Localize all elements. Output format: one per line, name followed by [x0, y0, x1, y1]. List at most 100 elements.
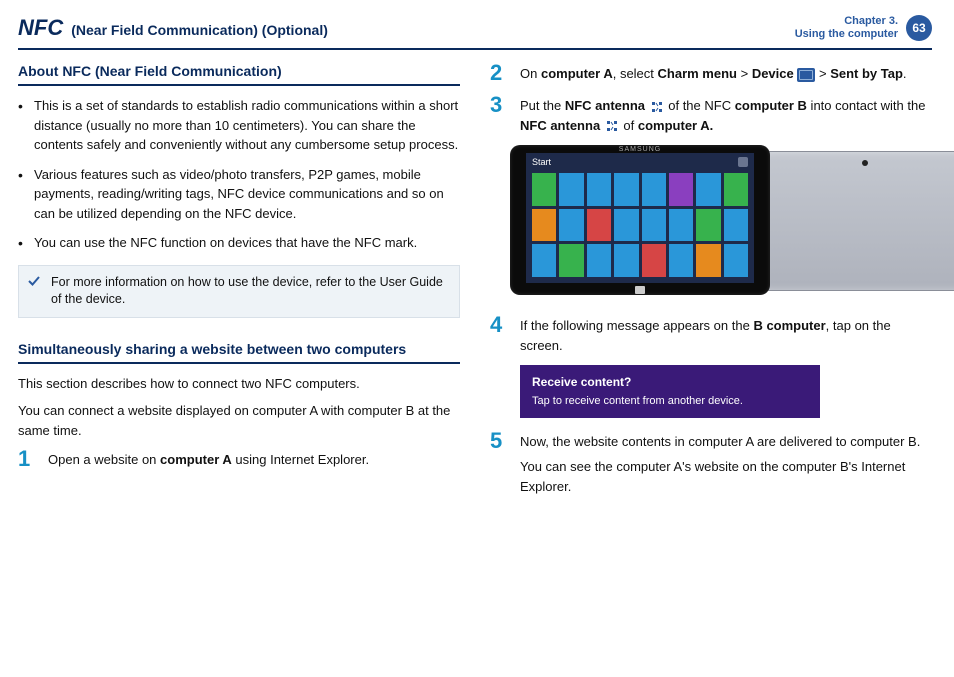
s4t1: If the following message appears on the [520, 318, 753, 333]
page-subtitle: (Near Field Communication) (Optional) [71, 22, 328, 38]
step-1-text: Open a website on computer A using Inter… [48, 448, 369, 470]
tablet-screen: Start [526, 153, 754, 283]
camera-dot [862, 160, 868, 166]
tablet-back [760, 151, 954, 291]
s2b4: Sent by Tap [830, 66, 903, 81]
tile [724, 173, 748, 206]
step5-p1: Now, the website contents in computer A … [520, 432, 932, 452]
tile [559, 209, 583, 242]
tile [614, 209, 638, 242]
s2gt1: > [737, 66, 752, 81]
chapter-line2: Using the computer [795, 28, 898, 41]
nfc-icon [604, 118, 620, 134]
step-1: 1 Open a website on computer A using Int… [18, 448, 460, 470]
header-left: NFC (Near Field Communication) (Optional… [18, 15, 328, 41]
about-bullet-3: You can use the NFC function on devices … [18, 233, 460, 253]
step1-b1: computer A [160, 452, 232, 467]
s3t4: of [623, 118, 637, 133]
tile [532, 244, 556, 277]
tile [642, 173, 666, 206]
chapter-line1: Chapter 3. [795, 15, 898, 28]
step-5-text: Now, the website contents in computer A … [520, 430, 932, 497]
tile [614, 173, 638, 206]
header-right: Chapter 3. Using the computer 63 [795, 15, 932, 41]
about-list: This is a set of standards to establish … [18, 96, 460, 253]
page-title: NFC [18, 15, 63, 41]
sharing-intro-2: You can connect a website displayed on c… [18, 401, 460, 440]
step-number-3: 3 [490, 94, 510, 135]
step-4-text: If the following message appears on the … [520, 314, 932, 355]
step-number-2: 2 [490, 62, 510, 84]
step-3: 3 Put the NFC antenna of the NFC compute… [490, 94, 932, 135]
right-column: 2 On computer A, select Charm menu > Dev… [490, 62, 932, 506]
s3t2: of the NFC [668, 98, 734, 113]
user-avatar-icon [738, 157, 748, 167]
step-2: 2 On computer A, select Charm menu > Dev… [490, 62, 932, 84]
tablet-brand: SAMSUNG [619, 146, 661, 153]
step-number-4: 4 [490, 314, 510, 355]
step-3-text: Put the NFC antenna of the NFC computer … [520, 94, 932, 135]
receive-content-toast: Receive content? Tap to receive content … [520, 365, 820, 418]
step1-t1: Open a website on [48, 452, 160, 467]
tablet-illustration: SAMSUNG Start [510, 145, 932, 300]
sharing-intro-1: This section describes how to connect tw… [18, 374, 460, 394]
s2gt2: > [815, 66, 830, 81]
tablet-front: SAMSUNG Start [510, 145, 770, 295]
tile [669, 173, 693, 206]
check-icon [27, 274, 41, 294]
step-number-5: 5 [490, 430, 510, 497]
tile [614, 244, 638, 277]
step-2-text: On computer A, select Charm menu > Devic… [520, 62, 907, 84]
device-icon [797, 68, 815, 82]
tile [642, 209, 666, 242]
toast-title: Receive content? [532, 373, 808, 391]
s3t3: into contact with the [807, 98, 926, 113]
tile [559, 173, 583, 206]
page-header: NFC (Near Field Communication) (Optional… [18, 10, 932, 46]
header-divider [18, 48, 932, 50]
page-number-badge: 63 [906, 15, 932, 41]
about-bullet-2: Various features such as video/photo tra… [18, 165, 460, 224]
s2t2: , select [613, 66, 658, 81]
heading-about-nfc: About NFC (Near Field Communication) [18, 62, 460, 86]
s4b1: B computer [753, 318, 825, 333]
chapter-label: Chapter 3. Using the computer [795, 15, 898, 41]
tile [669, 209, 693, 242]
s2t1: On [520, 66, 541, 81]
left-column: About NFC (Near Field Communication) Thi… [18, 62, 460, 506]
step-5: 5 Now, the website contents in computer … [490, 430, 932, 497]
tile [532, 209, 556, 242]
s3t1: Put the [520, 98, 565, 113]
tile [669, 244, 693, 277]
tile [587, 244, 611, 277]
tile [696, 244, 720, 277]
tile [587, 209, 611, 242]
step-4: 4 If the following message appears on th… [490, 314, 932, 355]
nfc-icon [649, 99, 665, 115]
step5-p2: You can see the computer A's website on … [520, 457, 932, 496]
tile [587, 173, 611, 206]
s2b2: Charm menu [658, 66, 737, 81]
s2b3: Device [752, 66, 794, 81]
s3b1: NFC antenna [565, 98, 645, 113]
s2dot: . [903, 66, 907, 81]
tile [724, 209, 748, 242]
info-note-text: For more information on how to use the d… [51, 275, 443, 307]
toast-body: Tap to receive content from another devi… [532, 393, 808, 410]
tile [559, 244, 583, 277]
about-bullet-1: This is a set of standards to establish … [18, 96, 460, 155]
heading-sharing: Simultaneously sharing a website between… [18, 340, 460, 364]
s3b3: NFC antenna [520, 118, 600, 133]
start-label: Start [532, 157, 551, 167]
step1-t2: using Internet Explorer. [232, 452, 369, 467]
windows-button-icon [635, 286, 645, 294]
start-tiles [532, 173, 748, 277]
content-columns: About NFC (Near Field Communication) Thi… [18, 62, 932, 506]
tile [724, 244, 748, 277]
s3b4: computer A. [638, 118, 713, 133]
tile [696, 173, 720, 206]
tile [532, 173, 556, 206]
tile [642, 244, 666, 277]
step-number-1: 1 [18, 448, 38, 470]
s2b1: computer A [541, 66, 613, 81]
